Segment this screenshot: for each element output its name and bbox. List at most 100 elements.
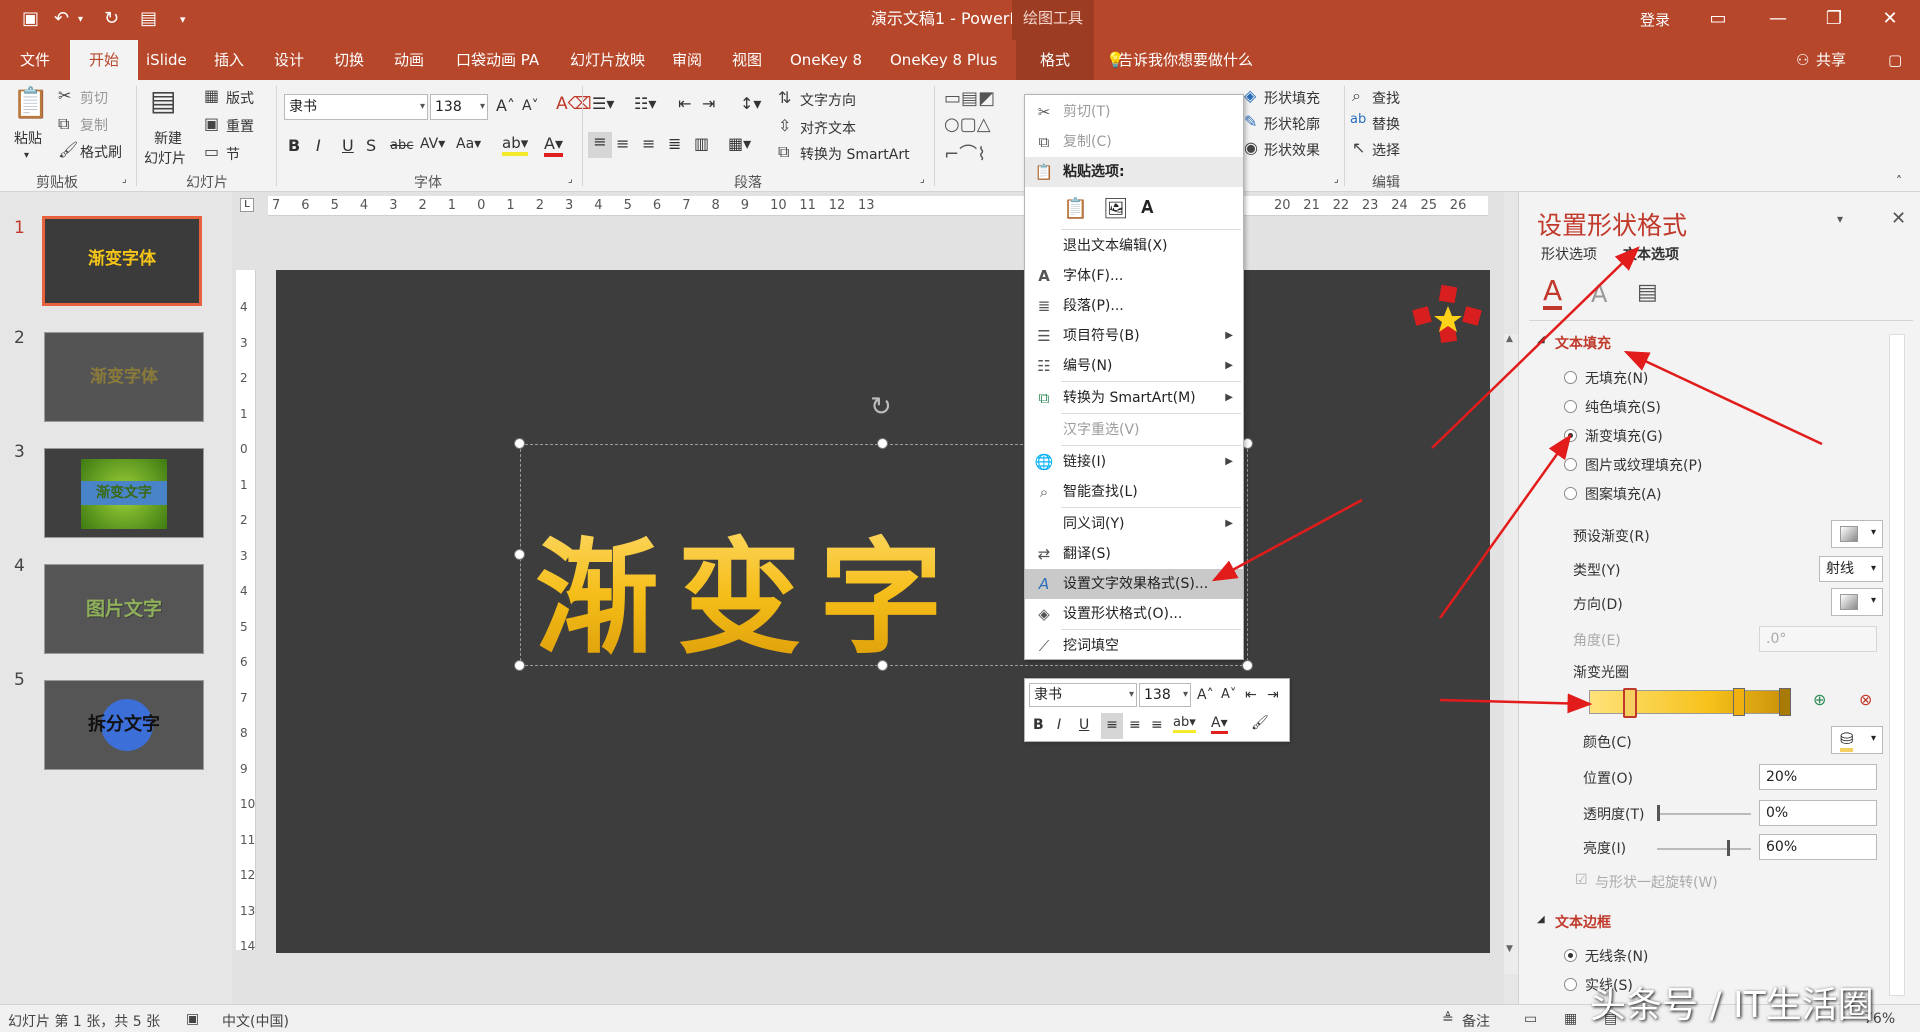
tab-onekey8plus[interactable]: OneKey 8 Plus [880, 40, 1007, 80]
minimize-icon[interactable]: — [1750, 0, 1806, 40]
tab-animations[interactable]: 动画 [384, 40, 434, 80]
color-dropdown[interactable]: ⛁ ▾ [1831, 726, 1883, 754]
login-link[interactable]: 登录 [1640, 9, 1670, 30]
align-center-icon[interactable]: ≡ [616, 134, 629, 153]
drawing-launcher-icon[interactable]: ⌟ [1334, 174, 1339, 185]
slide-thumbnail-4[interactable]: 图片文字 [44, 564, 204, 654]
gradient-stop-selected[interactable] [1623, 688, 1637, 718]
pane-scrollbar[interactable] [1889, 334, 1905, 996]
font-color-icon[interactable]: A▾ [544, 134, 563, 157]
collapse-ribbon-icon[interactable]: ˄ [1896, 174, 1902, 188]
menu-item-bullets[interactable]: ☰ 项目符号(B) ▶ [1025, 321, 1243, 351]
bold-icon[interactable]: B [288, 136, 300, 155]
new-slide-button[interactable]: 新建 [154, 128, 182, 148]
gradient-stop[interactable] [1733, 688, 1745, 716]
align-center-icon[interactable]: ≡ [1129, 717, 1141, 733]
resize-handle[interactable] [1242, 660, 1253, 671]
menu-item-smartart[interactable]: ⧉ 转换为 SmartArt(M) ▶ [1025, 383, 1243, 413]
section-button[interactable]: 节 [226, 144, 240, 164]
align-right-icon[interactable]: ≡ [642, 134, 655, 153]
section-text-fill[interactable]: 文本填充 [1555, 333, 1611, 353]
shapes-gallery-row2[interactable]: ○▢△ [944, 114, 991, 135]
close-icon[interactable]: ✕ [1862, 0, 1918, 40]
paste-keep-format-icon[interactable]: 📋 [1063, 193, 1088, 223]
new-slide-icon[interactable]: ▤ [150, 84, 176, 117]
tab-file[interactable]: 文件 [10, 40, 60, 80]
radio-solid-fill[interactable] [1564, 400, 1577, 413]
format-painter-button[interactable]: 格式刷 [80, 142, 122, 162]
rotate-handle-icon[interactable]: ↻ [870, 392, 892, 422]
menu-item-smart-lookup[interactable]: ⌕ 智能查找(L) [1025, 477, 1243, 507]
scroll-down-icon[interactable]: ▼ [1506, 944, 1513, 954]
resize-handle[interactable] [877, 660, 888, 671]
menu-item-font[interactable]: A 字体(F)... [1025, 261, 1243, 291]
gradient-text[interactable]: 渐变字 [535, 497, 961, 677]
tab-stop-selector[interactable]: L [240, 198, 254, 212]
align-left-icon[interactable]: ≡ [1101, 713, 1123, 739]
distribute-icon[interactable]: ▥ [694, 134, 709, 153]
add-stop-icon[interactable]: ⊕ [1813, 690, 1826, 709]
ribbon-display-icon[interactable]: ▭ [1690, 0, 1746, 40]
scroll-up-icon[interactable]: ▲ [1506, 334, 1516, 354]
italic-icon[interactable]: I [1057, 717, 1061, 733]
paste-picture-icon[interactable]: 🖼 [1103, 193, 1128, 223]
convert-smartart-button[interactable]: 转换为 SmartArt [800, 144, 910, 164]
menu-item-translate[interactable]: ⇄ 翻译(S) [1025, 539, 1243, 569]
decrease-font-icon[interactable]: A˅ [1221, 687, 1236, 702]
tab-transitions[interactable]: 切换 [324, 40, 374, 80]
menu-item-copy[interactable]: ⧉ 复制(C) [1025, 127, 1243, 157]
paste-button[interactable]: 粘贴 [14, 128, 42, 148]
type-dropdown[interactable]: 射线 ▾ [1819, 556, 1883, 582]
mini-size-combo[interactable]: 138 ▾ [1139, 683, 1191, 707]
layout-button[interactable]: 版式 [226, 88, 254, 108]
text-effects-icon[interactable]: A [1591, 280, 1607, 308]
tab-format[interactable]: 格式 [1016, 40, 1094, 80]
paste-dropdown-icon[interactable]: ▾ [24, 150, 29, 161]
gradient-stops-bar[interactable] [1589, 690, 1789, 714]
share-button[interactable]: 共享 [1806, 40, 1856, 80]
change-case-icon[interactable]: Aa▾ [456, 136, 481, 152]
font-color-icon[interactable]: A▾ [1211, 715, 1228, 734]
justify-icon[interactable]: ≣ [668, 134, 681, 153]
replace-button[interactable]: 替换 [1372, 114, 1400, 134]
menu-item-shape-format[interactable]: ◈ 设置形状格式(O)... [1025, 599, 1243, 629]
font-name-combo[interactable]: 隶书 ▾ [284, 94, 428, 120]
shapes-gallery-row3[interactable]: ⌐⌒⌇ [944, 140, 986, 166]
slide-sorter-icon[interactable]: ▦ [1564, 1011, 1577, 1027]
tab-pocket-animation[interactable]: 口袋动画 PA [446, 40, 549, 80]
section-text-border[interactable]: 文本边框 [1555, 912, 1611, 932]
reset-button[interactable]: 重置 [226, 116, 254, 136]
menu-item-numbering[interactable]: ☷ 编号(N) ▶ [1025, 351, 1243, 381]
paste-text-only-icon[interactable]: 𝐀 [1141, 193, 1154, 223]
char-spacing-icon[interactable]: AV▾ [420, 136, 445, 152]
numbering-icon[interactable]: ☷▾ [634, 94, 656, 113]
tab-design[interactable]: 设计 [264, 40, 314, 80]
resize-handle[interactable] [877, 438, 888, 449]
resize-handle[interactable] [514, 438, 525, 449]
clipboard-launcher-icon[interactable]: ⌟ [122, 174, 127, 185]
radio-pattern-fill[interactable] [1564, 487, 1577, 500]
transparency-slider[interactable] [1657, 813, 1751, 815]
mini-font-combo[interactable]: 隶书 ▾ [1029, 683, 1137, 707]
slide-thumbnail-5[interactable]: 拆分文字 [44, 680, 204, 770]
radio-solid-line[interactable] [1564, 978, 1577, 991]
language-status[interactable]: 中文(中国) [222, 1011, 289, 1031]
slide-thumbnail-2[interactable]: 渐变字体 [44, 332, 204, 422]
radio-picture-fill[interactable] [1564, 458, 1577, 471]
normal-view-icon[interactable]: ▭ [1524, 1011, 1537, 1027]
copy-button[interactable]: 复制 [80, 115, 108, 135]
remove-stop-icon[interactable]: ⊗ [1859, 690, 1872, 709]
restore-icon[interactable]: ❐ [1806, 0, 1862, 40]
transparency-spinner[interactable]: 0% [1759, 800, 1877, 826]
radio-no-fill[interactable] [1564, 371, 1577, 384]
paste-icon[interactable]: 📋 [12, 86, 49, 121]
slide-thumbnail-1[interactable]: 渐变字体 [42, 216, 202, 306]
shape-fill-button[interactable]: 形状填充 [1264, 88, 1320, 108]
font-launcher-icon[interactable]: ⌟ [568, 174, 573, 185]
tell-me-search[interactable]: 告诉我你想要做什么 [1108, 40, 1263, 80]
cut-button[interactable]: 剪切 [80, 88, 108, 108]
align-text-button[interactable]: 对齐文本 [800, 118, 856, 138]
position-spinner[interactable]: 20% [1759, 764, 1877, 790]
highlight-icon[interactable]: ab▾ [1173, 715, 1196, 733]
horizontal-ruler[interactable]: 7 6 5 4 3 2 1 0 1 2 3 4 5 6 7 8 9 10 11 12 13 20 21 22 23 24 25 26 [268, 196, 1488, 216]
